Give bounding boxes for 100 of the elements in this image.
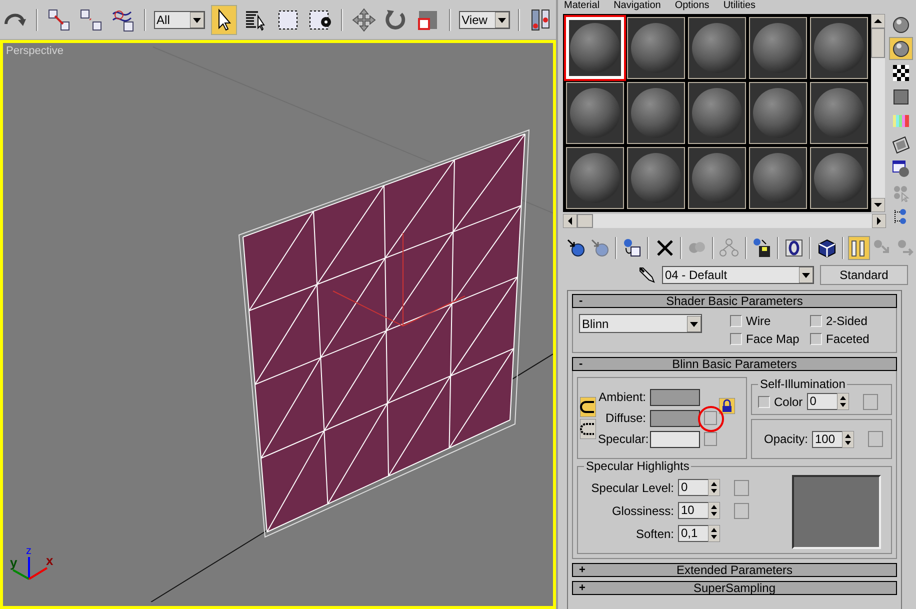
editor-tool-button[interactable]	[622, 237, 642, 259]
sample-slot[interactable]	[688, 147, 746, 209]
rollout-header[interactable]: + Extended Parameters	[572, 563, 897, 577]
editor-tool-button[interactable]	[890, 158, 912, 179]
sample-slot[interactable]	[566, 147, 624, 209]
checkbox-label[interactable]: 2-Sided	[826, 314, 868, 328]
arrow-right-icon	[896, 238, 916, 258]
editor-tool-button[interactable]	[752, 237, 772, 259]
sample-slot[interactable]	[627, 147, 685, 209]
material-sphere-preview	[753, 88, 803, 138]
checkbox[interactable]	[730, 315, 742, 327]
checkbox-label[interactable]: Color	[774, 394, 803, 408]
link-icon	[46, 8, 71, 32]
editor-tool-button[interactable]	[890, 62, 912, 83]
sample-slot[interactable]	[810, 17, 868, 79]
window-sphere-icon	[892, 160, 910, 178]
horizontal-scrollbar[interactable]	[563, 214, 886, 228]
checkbox[interactable]	[810, 333, 822, 345]
material-sphere-preview	[814, 88, 864, 138]
parameter-label: Soften:	[634, 526, 674, 540]
checkbox[interactable]	[730, 333, 742, 345]
material-sphere-preview	[692, 153, 742, 203]
checkbox-label[interactable]: Faceted	[826, 332, 870, 346]
spinner-arrows-icon[interactable]	[708, 525, 720, 542]
select-button[interactable]	[211, 4, 238, 34]
checkbox-label[interactable]: Face Map	[746, 332, 800, 346]
editor-tool-button[interactable]	[890, 38, 912, 59]
sample-slot[interactable]	[627, 17, 685, 79]
scroll-right-icon[interactable]	[872, 214, 886, 228]
caret-icon	[190, 12, 204, 28]
parameter-field[interactable]: 0,1	[678, 525, 708, 542]
scroll-left-icon[interactable]	[563, 214, 577, 228]
color-swatch[interactable]	[650, 430, 700, 448]
rollout-header[interactable]: - Blinn Basic Parameters	[572, 357, 897, 371]
material-sphere-preview	[631, 88, 681, 138]
sample-slot[interactable]	[749, 17, 807, 79]
material-sphere-preview	[814, 153, 864, 203]
scroll-up-icon[interactable]	[871, 14, 885, 28]
scroll-down-icon[interactable]	[871, 198, 885, 212]
spinner-arrows-icon[interactable]	[836, 393, 849, 410]
editor-tool-button[interactable]	[566, 237, 586, 259]
color-swatch[interactable]	[650, 410, 700, 426]
sample-slot[interactable]	[749, 147, 807, 209]
coordinate-system-dropdown[interactable]: View	[458, 10, 510, 28]
spinner-arrows-icon[interactable]	[708, 502, 720, 519]
editor-tool-button[interactable]	[890, 14, 912, 35]
material-sphere-preview	[814, 23, 864, 73]
sample-slot[interactable]	[810, 147, 868, 209]
sample-slot[interactable]	[688, 17, 746, 79]
material-name-dropdown[interactable]: 04 - Default	[662, 266, 814, 284]
color-swatch[interactable]	[650, 388, 700, 406]
spinner-arrows-icon[interactable]	[842, 430, 854, 448]
menu-item[interactable]: Utilities	[723, 0, 756, 12]
sphere-icon	[892, 16, 910, 34]
unlink-icon	[78, 8, 103, 32]
eyedropper-icon[interactable]	[638, 266, 656, 284]
film-icon	[892, 136, 910, 154]
editor-tool-button[interactable]	[784, 237, 804, 259]
color-label: Specular:	[598, 432, 646, 446]
scrollbar-thumb[interactable]	[577, 214, 593, 228]
checkbox[interactable]	[810, 315, 822, 327]
material-type-button[interactable]: Standard	[820, 265, 908, 285]
sample-slot[interactable]	[749, 82, 807, 144]
opacity-label: Opacity:	[764, 432, 808, 446]
sample-slot[interactable]	[627, 82, 685, 144]
editor-tool-button[interactable]	[848, 237, 870, 259]
menu-item[interactable]: Options	[674, 0, 710, 12]
mesh-plane-drawing[interactable]	[238, 129, 530, 538]
caret-icon	[799, 267, 813, 283]
dots-cursor-icon	[892, 184, 910, 202]
group-title: Self-Illumination	[759, 377, 846, 391]
rollout-header[interactable]: - Shader Basic Parameters	[572, 294, 897, 308]
parameter-field[interactable]: 0	[678, 479, 708, 496]
dotted-square-dot-icon	[308, 8, 332, 32]
editor-tool-button[interactable]	[890, 134, 912, 155]
color-label: Ambient:	[598, 390, 646, 404]
sample-slot[interactable]	[810, 82, 868, 144]
material-sphere-preview	[570, 153, 620, 203]
menu-item[interactable]: Navigation	[614, 0, 661, 12]
editor-tool-button[interactable]	[816, 237, 837, 259]
selection-filter-dropdown[interactable]: All	[154, 10, 206, 28]
caret-icon	[687, 316, 701, 332]
vertical-scrollbar[interactable]	[871, 14, 885, 212]
sphere-box-icon	[622, 238, 642, 258]
sample-slot[interactable]	[688, 82, 746, 144]
opacity-field[interactable]: 100	[812, 430, 842, 448]
parameter-field[interactable]: 10	[678, 502, 708, 519]
checkbox-label[interactable]: Wire	[746, 314, 771, 328]
rollout-header[interactable]: + SuperSampling	[572, 581, 897, 595]
lock-link-icon[interactable]	[580, 419, 596, 439]
sample-slot[interactable]	[566, 82, 624, 144]
lock-link-icon[interactable]	[580, 397, 596, 417]
lock-icon[interactable]	[719, 398, 735, 414]
menu-item[interactable]: Material	[564, 0, 600, 12]
shader-dropdown[interactable]: Blinn	[579, 314, 702, 333]
self-illumination-field[interactable]: 0	[806, 393, 837, 410]
sphere-arrow-icon	[566, 238, 586, 258]
spinner-arrows-icon[interactable]	[708, 479, 720, 496]
checkbox[interactable]	[758, 396, 770, 408]
material-sphere-preview	[692, 88, 742, 138]
